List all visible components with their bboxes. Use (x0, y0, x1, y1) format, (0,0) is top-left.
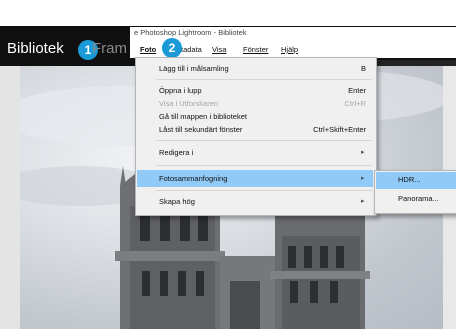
menu-item-go-to-folder[interactable]: Gå till mappen i biblioteket (159, 112, 247, 121)
step-badge-2: 2 (162, 38, 182, 58)
menu-separator (156, 79, 372, 80)
menu-visa[interactable]: Visa (212, 45, 226, 54)
module-label-bibliotek[interactable]: Bibliotek (7, 40, 64, 57)
shortcut-lock-secondary: Ctrl+Skift+Enter (313, 125, 366, 134)
shortcut-add-to-target: B (360, 64, 366, 73)
menu-item-lock-secondary[interactable]: Låst till sekundärt fönster (159, 125, 242, 134)
submenu-item-hdr[interactable]: HDR... (398, 175, 421, 184)
submenu-arrow-icon: ▸ (361, 149, 365, 156)
module-label-next[interactable]: Fram (92, 40, 127, 57)
menu-item-create-stack[interactable]: Skapa hög (159, 197, 195, 206)
left-frame (0, 66, 20, 329)
shortcut-show-explorer: Ctrl+R (344, 99, 366, 108)
menu-fonster[interactable]: Fönster (243, 45, 268, 54)
menu-item-open-loupe[interactable]: Öppna i lupp (159, 86, 202, 95)
menu-separator (156, 140, 372, 141)
submenu-arrow-icon: ▸ (361, 198, 365, 205)
menu-item-add-to-target[interactable]: Lägg till i målsamling (159, 64, 229, 73)
submenu-arrow-icon: ▸ (361, 175, 365, 182)
menu-metadata[interactable]: tadata (181, 45, 202, 54)
menu-item-photo-merge[interactable]: Fotosammanfogning (159, 174, 227, 183)
menu-separator (156, 165, 372, 166)
menu-item-edit-in[interactable]: Redigera i (159, 148, 193, 157)
foto-menu (135, 57, 377, 216)
menu-foto[interactable]: Foto (140, 45, 156, 54)
menu-item-show-explorer[interactable]: Visa i Utforskaren (159, 99, 218, 108)
menu-separator (156, 190, 372, 191)
window-title: e Photoshop Lightroom - Bibliotek (134, 28, 247, 37)
menu-hjalp[interactable]: Hjälp (281, 45, 298, 54)
shortcut-open-loupe: Enter (348, 86, 366, 95)
submenu-item-panorama[interactable]: Panorama... (398, 194, 439, 203)
